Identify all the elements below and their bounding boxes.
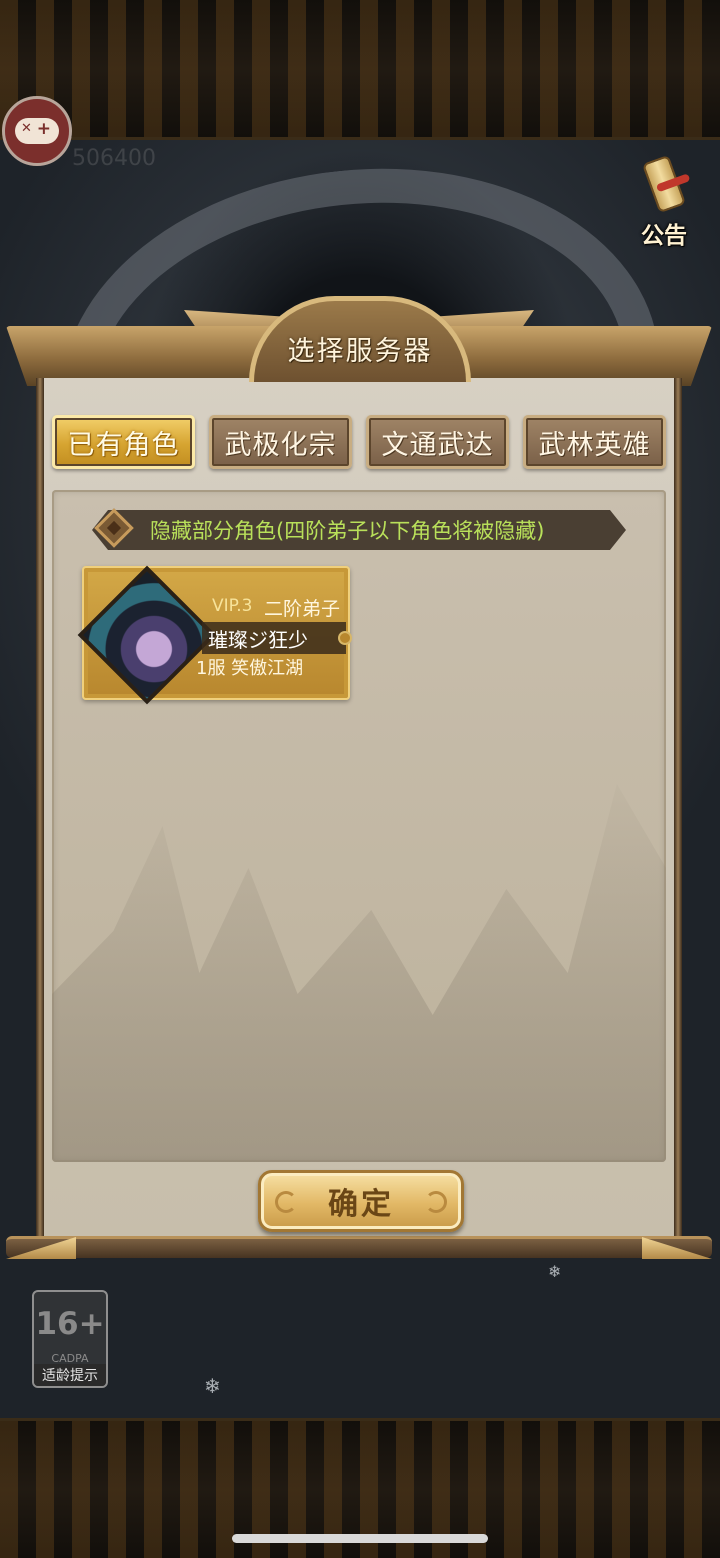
- role-name: 璀璨ジ狂少: [208, 627, 308, 652]
- tab-existing-roles[interactable]: 已有角色: [52, 415, 195, 469]
- snowflake-icon: ❄: [548, 1262, 562, 1281]
- hide-roles-label: 隐藏部分角色(四阶弟子以下角色将被隐藏): [150, 519, 545, 543]
- role-name-bar: 璀璨ジ狂少: [202, 622, 352, 654]
- snowflake-icon: ❄: [204, 1374, 221, 1398]
- scroll-icon: [641, 154, 687, 214]
- faint-id-text: 506400: [72, 146, 156, 171]
- tab-wulin-yingxiong[interactable]: 武林英雄: [523, 415, 666, 469]
- panel-title: 选择服务器: [287, 336, 433, 367]
- hide-roles-banner[interactable]: 隐藏部分角色(四阶弟子以下角色将被隐藏): [92, 510, 626, 550]
- gamepad-icon[interactable]: [2, 96, 72, 166]
- panel-title-arch: 选择服务器: [249, 296, 471, 382]
- avatar: [77, 565, 217, 705]
- age-rating-badge[interactable]: 16+ CADPA 适龄提示: [32, 1290, 108, 1388]
- scroll-rod-left: [36, 378, 44, 1236]
- notice-button[interactable]: 公告: [636, 154, 692, 250]
- age-rating-tip: 适龄提示: [34, 1364, 106, 1386]
- role-server: 1服 笑傲江湖: [196, 658, 304, 679]
- tab-wuji-huazong[interactable]: 武极化宗: [209, 415, 352, 469]
- panel-bottom-beam: [6, 1236, 712, 1258]
- home-indicator[interactable]: [232, 1534, 488, 1543]
- server-tabs: 已有角色 武极化宗 文通武达 武林英雄: [52, 415, 666, 469]
- role-card[interactable]: VIP.3 二阶弟子 璀璨ジ狂少 1服 笑傲江湖: [77, 565, 352, 705]
- swirl-decor-right: [425, 1191, 447, 1213]
- role-list-area: 隐藏部分角色(四阶弟子以下角色将被隐藏) VIP.3 二阶弟子 璀璨ジ狂少 1服…: [52, 490, 666, 1162]
- tab-wentong-wuda[interactable]: 文通武达: [366, 415, 509, 469]
- mountain-decor: [52, 784, 666, 1162]
- top-decor-band: [0, 0, 720, 140]
- notice-label: 公告: [641, 223, 687, 249]
- scroll-rod-right: [674, 378, 682, 1236]
- vip-level: VIP.3: [212, 596, 253, 616]
- age-rating-number: 16+: [35, 1306, 105, 1342]
- role-rank: 二阶弟子: [264, 598, 341, 620]
- swirl-decor-left: [275, 1191, 297, 1213]
- confirm-button[interactable]: 确定: [258, 1170, 464, 1232]
- confirm-label: 确定: [328, 1187, 394, 1222]
- name-bar-dot: [338, 631, 352, 645]
